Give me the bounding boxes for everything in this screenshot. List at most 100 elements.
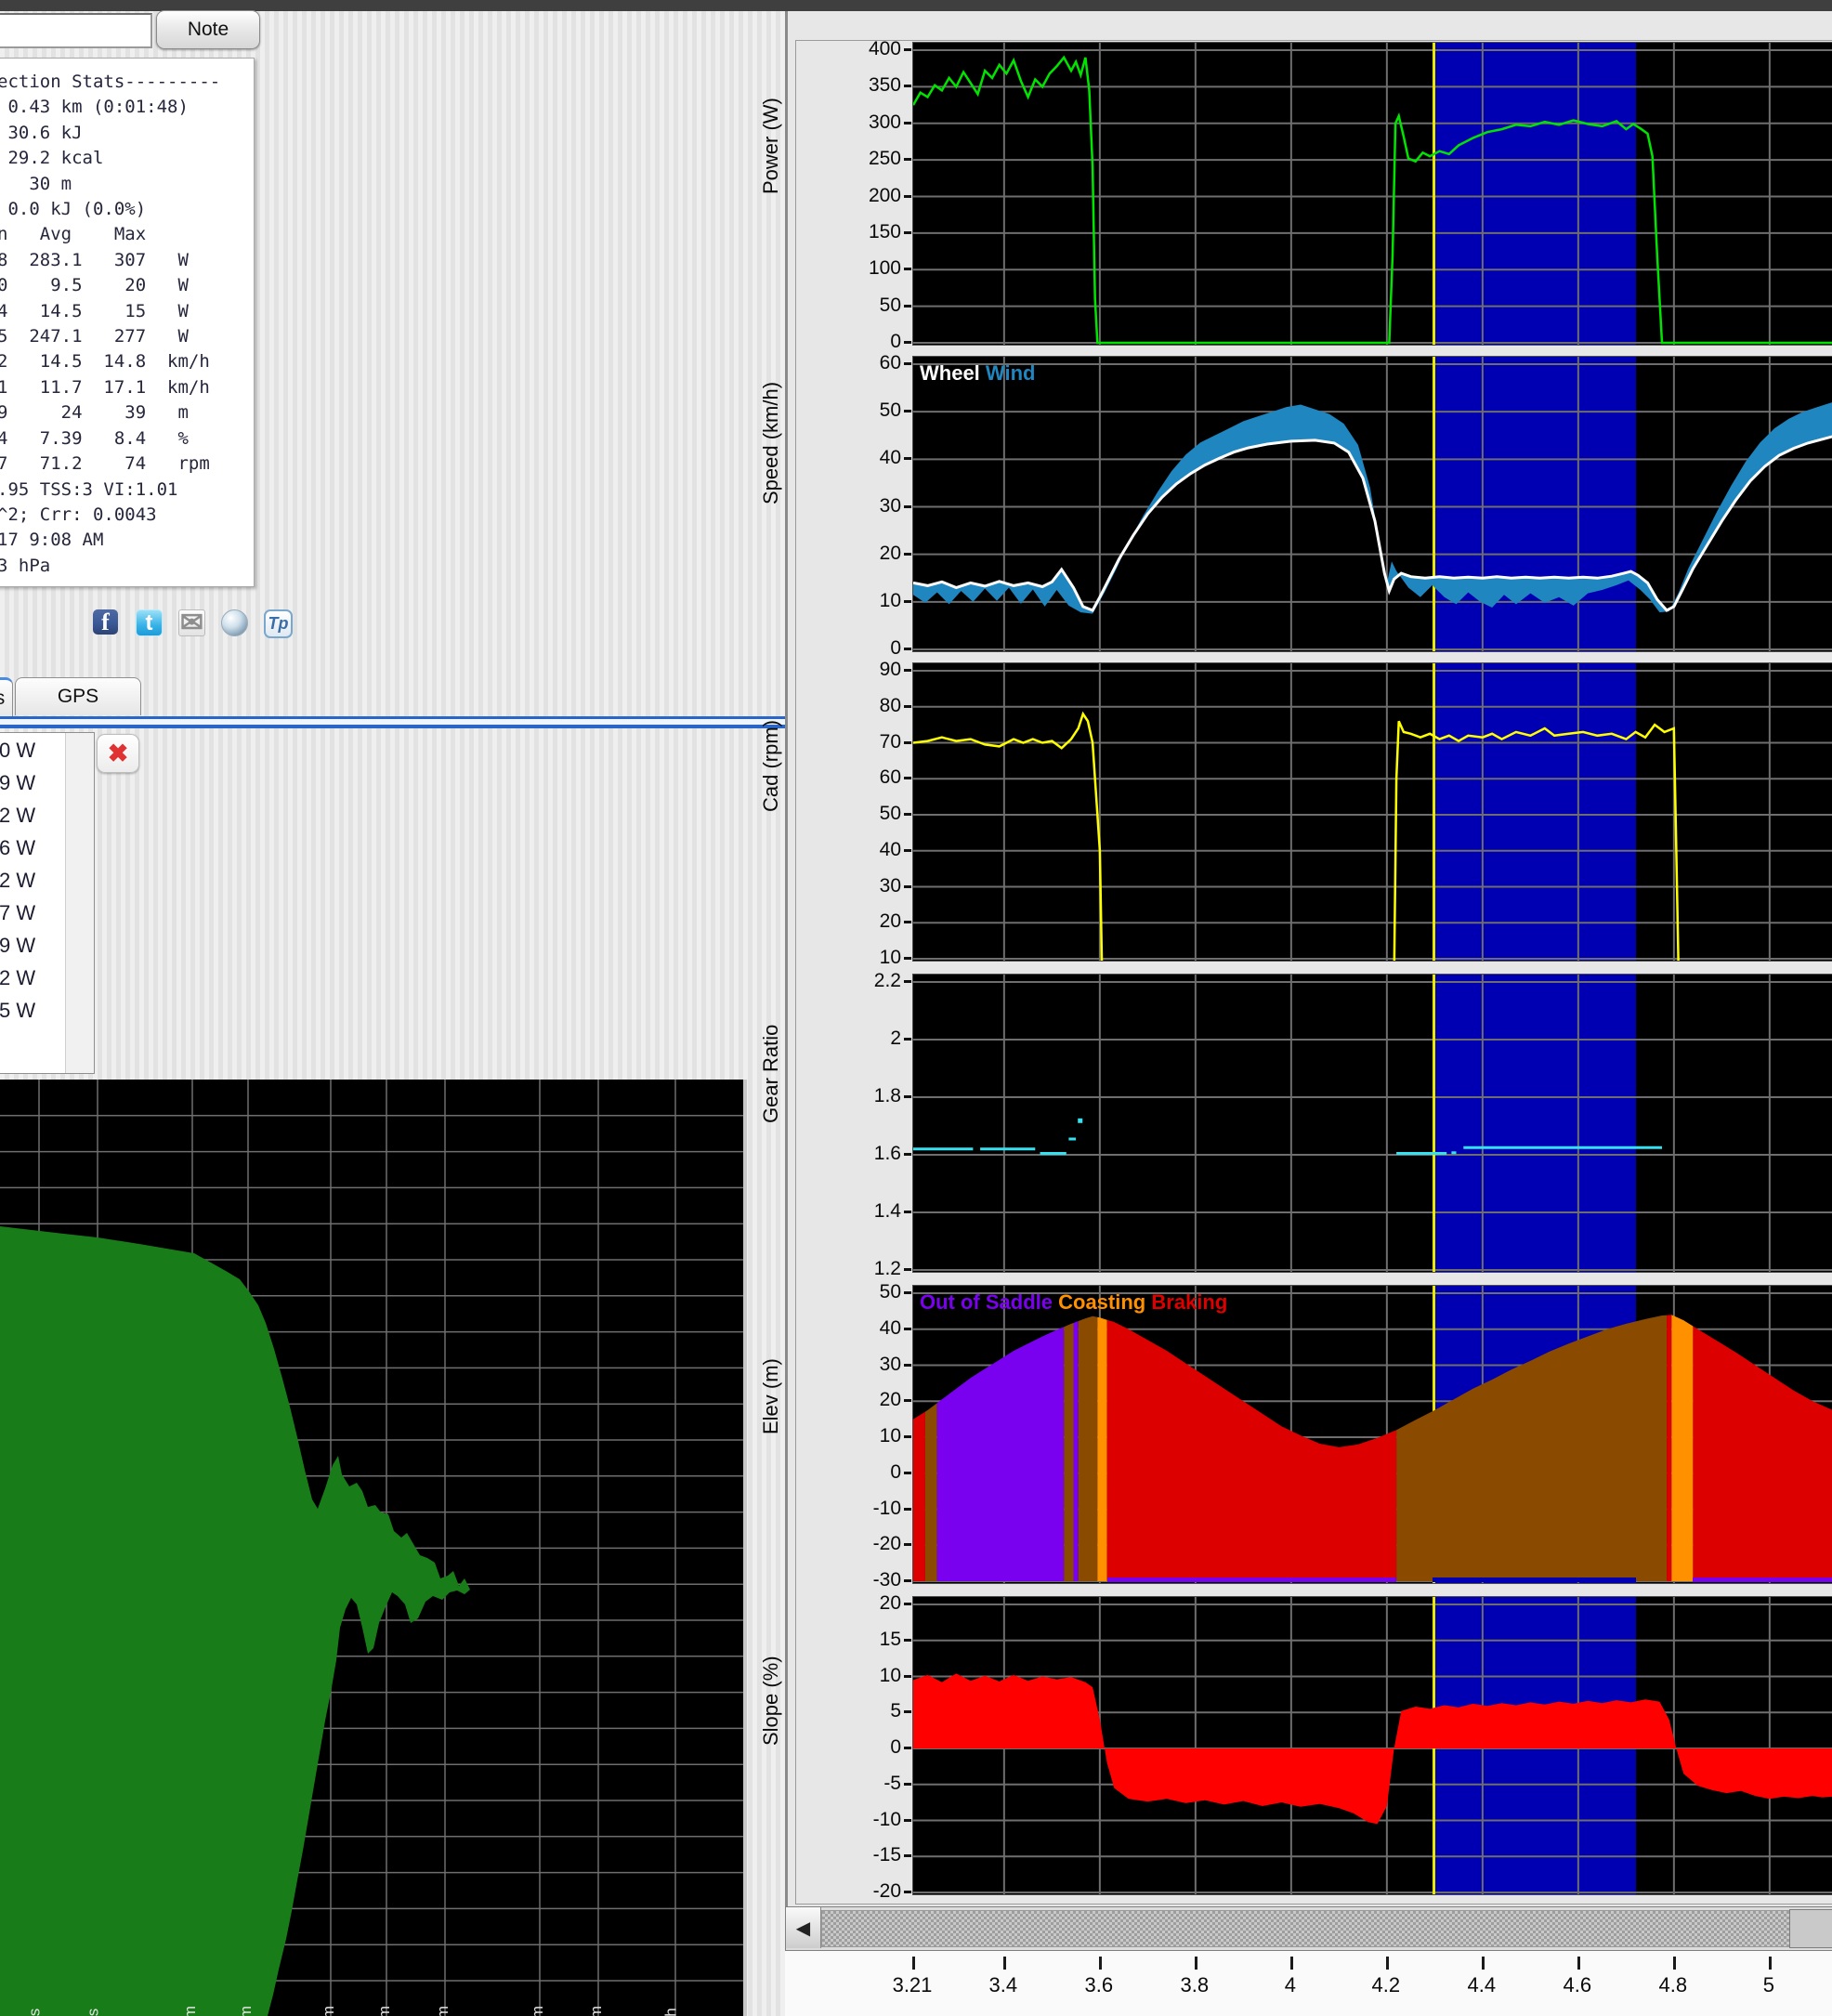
- power-ytick-label: 150: [821, 221, 901, 243]
- tick-mark: [904, 648, 911, 650]
- gear_ratio-plot[interactable]: [912, 974, 1832, 1273]
- speed-plot[interactable]: [912, 356, 1832, 652]
- power-plot[interactable]: [912, 42, 1832, 346]
- x-tick-mark: [1673, 1957, 1676, 1970]
- tick-mark: [904, 1291, 911, 1294]
- section-stats-text: ection Stats--------- 0.43 km (0:01:48) …: [0, 70, 254, 579]
- power-ytick-label: 400: [821, 38, 901, 60]
- slope-ytick-label: 20: [821, 1592, 901, 1615]
- tp-icon[interactable]: Tp: [264, 609, 293, 638]
- ride-state-strip: [1433, 1577, 1636, 1582]
- speed-ytick-label: 0: [821, 637, 901, 660]
- tick-mark: [904, 921, 911, 923]
- list-item[interactable]: 7 W: [0, 901, 35, 925]
- slope-ytick-label: -15: [821, 1844, 901, 1866]
- tick-mark: [904, 1038, 911, 1041]
- close-button[interactable]: ✖: [97, 734, 139, 773]
- tick-mark: [904, 705, 911, 708]
- power-ytick-label: 100: [821, 257, 901, 280]
- elevation-ytick-label: -30: [821, 1569, 901, 1591]
- elevation-ytick-label: 50: [821, 1281, 901, 1303]
- list-item[interactable]: 5 W: [0, 999, 35, 1023]
- duration-axis-label: m: [237, 2006, 255, 2016]
- power-ytick-label: 350: [821, 74, 901, 97]
- tick-mark: [904, 457, 911, 460]
- x-tick-label: 3.6: [1062, 1973, 1136, 1997]
- earth-icon[interactable]: [221, 609, 248, 636]
- tick-mark: [904, 1364, 911, 1367]
- tick-mark: [904, 1783, 911, 1786]
- tick-mark: [904, 849, 911, 852]
- list-item[interactable]: 9 W: [0, 934, 35, 958]
- tick-mark: [904, 1268, 911, 1271]
- power-ytick-label: 300: [821, 111, 901, 134]
- x-tick-mark: [1482, 1957, 1485, 1970]
- list-item[interactable]: 0 W: [0, 739, 35, 763]
- legend-entry: Wind: [986, 361, 1036, 385]
- list-item[interactable]: 2 W: [0, 869, 35, 893]
- panel-split-line[interactable]: [785, 11, 788, 2016]
- tick-mark: [904, 1747, 911, 1749]
- slope-ytick-label: 15: [821, 1629, 901, 1651]
- tick-mark: [904, 410, 911, 412]
- tick-mark: [904, 48, 911, 51]
- x-tick-label: 3.4: [966, 1973, 1040, 1997]
- meanmax-power-chart: ssmmmmmmmh: [0, 1080, 747, 2016]
- scroll-left-arrow-icon[interactable]: ◀: [786, 1907, 821, 1948]
- power-ytick-label: 0: [821, 331, 901, 353]
- tick-mark: [904, 1328, 911, 1330]
- tick-mark: [904, 1508, 911, 1511]
- x-tick-label: 4.2: [1349, 1973, 1423, 1997]
- tick-mark: [904, 1710, 911, 1713]
- horizontal-scrollbar[interactable]: ◀: [785, 1906, 1832, 1951]
- list-scrollbar[interactable]: [65, 733, 94, 1073]
- tick-mark: [904, 813, 911, 816]
- tick-mark: [904, 957, 911, 960]
- list-item[interactable]: 2 W: [0, 804, 35, 828]
- x-tick-mark: [1099, 1957, 1102, 1970]
- power-ytick-label: 250: [821, 148, 901, 170]
- cadence-ytick-label: 30: [821, 875, 901, 897]
- duration-axis-label: m: [320, 2006, 338, 2016]
- cadence-plot[interactable]: [912, 662, 1832, 962]
- tick-mark: [904, 195, 911, 198]
- facebook-icon[interactable]: f: [93, 609, 118, 635]
- cadence-ytick-label: 20: [821, 910, 901, 933]
- tick-mark: [904, 1579, 911, 1582]
- list-item[interactable]: 2 W: [0, 966, 35, 990]
- tick-mark: [904, 777, 911, 779]
- note-button[interactable]: Note: [156, 10, 260, 49]
- elevation-plot[interactable]: [912, 1285, 1832, 1584]
- note-text-input[interactable]: [0, 13, 152, 48]
- tick-mark: [904, 85, 911, 87]
- close-icon: ✖: [108, 740, 129, 768]
- slope-ytick-label: 0: [821, 1736, 901, 1759]
- slope-plot[interactable]: [912, 1596, 1832, 1895]
- section-stats-panel: ection Stats--------- 0.43 km (0:01:48) …: [0, 58, 255, 587]
- x-tick-label: 5: [1732, 1973, 1806, 1997]
- x-tick-label: 4.4: [1445, 1973, 1519, 1997]
- power-interval-list[interactable]: 0 W 9 W 2 W 6 W 2 W 7 W 9 W 2 W 5 W: [0, 732, 95, 1074]
- scrollbar-thumb[interactable]: [1789, 1909, 1832, 1948]
- list-item[interactable]: 9 W: [0, 771, 35, 795]
- power-ytick-label: 50: [821, 295, 901, 317]
- duration-axis-label: m: [529, 2006, 547, 2016]
- tab-stats-partial[interactable]: s: [0, 677, 13, 717]
- gear_ratio-ytick-label: 2.2: [821, 970, 901, 992]
- cadence-ytick-label: 90: [821, 659, 901, 681]
- tick-mark: [904, 1472, 911, 1474]
- legend-entry: Wheel: [920, 361, 980, 385]
- email-icon[interactable]: ✉: [178, 609, 205, 636]
- tick-mark: [904, 600, 911, 603]
- ride-state-strip: [1107, 1577, 1397, 1582]
- list-item[interactable]: 6 W: [0, 836, 35, 860]
- tab-gps[interactable]: GPS: [15, 677, 141, 715]
- gear_ratio-ytick-label: 1.8: [821, 1085, 901, 1107]
- elevation-ytick-label: 20: [821, 1389, 901, 1411]
- scrollbar-track[interactable]: [821, 1910, 1790, 1947]
- twitter-icon[interactable]: t: [136, 609, 163, 636]
- x-tick-label: 4.6: [1540, 1973, 1615, 1997]
- slope-ytick-label: 10: [821, 1665, 901, 1687]
- cadence-ytick-label: 40: [821, 839, 901, 861]
- tick-mark: [904, 885, 911, 888]
